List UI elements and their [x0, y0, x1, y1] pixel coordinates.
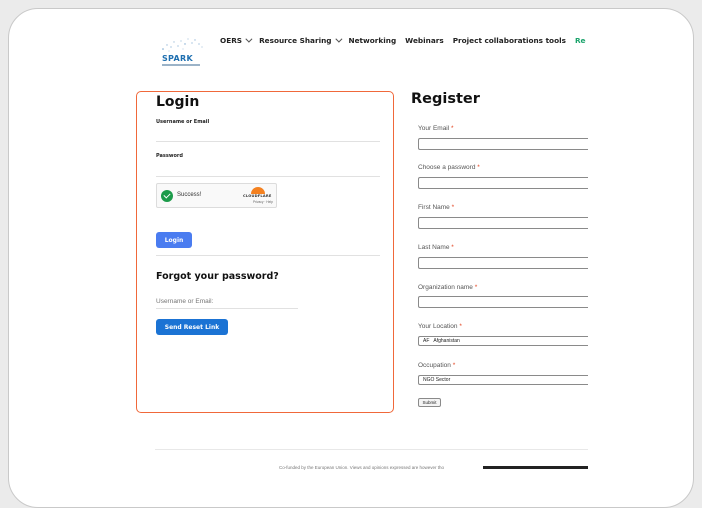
chevron-down-icon — [334, 36, 342, 43]
field-label-text: Last Name — [418, 244, 450, 251]
nav-item-label: Networking — [348, 36, 397, 45]
password-field[interactable] — [418, 177, 588, 189]
login-button[interactable]: Login — [156, 232, 192, 248]
required-marker: * — [451, 244, 454, 251]
cloudflare-cloud-icon — [251, 187, 265, 194]
first-name-field[interactable] — [418, 217, 588, 229]
login-title: Login — [156, 94, 200, 110]
required-marker: * — [451, 125, 454, 132]
required-marker: * — [451, 204, 455, 211]
occupation-select[interactable]: NGO Sector — [418, 375, 588, 385]
logo-text: SPARK — [162, 54, 193, 63]
field-label-text: First Name — [418, 204, 450, 211]
nav-item-project-collaboration-tools[interactable]: Project collaborations tools — [453, 36, 566, 45]
forgot-password-title: Forgot your password? — [156, 271, 279, 282]
occupation-label: Occupation * — [418, 362, 455, 369]
field-label-text: Organization name — [418, 284, 473, 291]
occupation-value: NGO Sector — [423, 377, 451, 383]
send-reset-link-button[interactable]: Send Reset Link — [156, 319, 228, 335]
login-panel: Login Username or Email Password Success… — [136, 91, 394, 413]
nav-item-register[interactable]: Registr — [575, 36, 586, 45]
captcha-status: Success! — [177, 192, 202, 198]
field-label-text: Your Location — [418, 323, 458, 330]
reset-username-input[interactable] — [156, 295, 298, 309]
username-label: Username or Email — [156, 119, 210, 125]
last-name-label: Last Name * — [418, 244, 454, 251]
username-input[interactable] — [156, 141, 380, 142]
email-field[interactable] — [418, 138, 588, 150]
field-label-text: Your Email — [418, 125, 450, 132]
nav-item-label: Resource Sharing — [259, 36, 332, 45]
password-input[interactable] — [156, 176, 380, 177]
browser-window: SPARK OERS Resource Sharing Networking W… — [8, 8, 694, 508]
location-select[interactable]: AF Afghanistan — [418, 336, 588, 346]
password-label: Password — [156, 153, 183, 159]
success-check-icon — [161, 190, 173, 202]
field-label-text: Choose a password — [418, 164, 476, 171]
nav-item-label: Webinars — [405, 36, 444, 45]
cloudflare-captcha-widget[interactable]: Success! CLOUDFLARE Privacy · Help — [156, 183, 277, 208]
main-navigation: OERS Resource Sharing Networking Webinar… — [220, 36, 586, 45]
organization-name-label: Organization name * — [418, 284, 477, 291]
nav-item-networking[interactable]: Networking — [349, 36, 397, 45]
captcha-brand: CLOUDFLARE — [243, 194, 272, 198]
required-marker: * — [477, 164, 480, 171]
email-label: Your Email * — [418, 125, 454, 132]
nav-item-webinars[interactable]: Webinars — [405, 36, 444, 45]
location-value: Afghanistan — [433, 338, 460, 344]
last-name-field[interactable] — [418, 257, 588, 269]
chevron-down-icon — [245, 36, 253, 43]
required-marker: * — [459, 323, 462, 330]
footer-redacted-bar — [483, 466, 588, 469]
spark-logo[interactable]: SPARK — [159, 35, 205, 73]
register-title: Register — [411, 91, 480, 107]
nav-item-resource-sharing[interactable]: Resource Sharing — [259, 36, 342, 45]
nav-item-label: Registr — [574, 36, 586, 45]
password-label: Choose a password * — [418, 164, 480, 171]
required-marker: * — [474, 284, 478, 291]
section-divider — [156, 255, 380, 256]
required-marker: * — [452, 362, 456, 369]
location-label: Your Location * — [418, 323, 462, 330]
logo-tagline-graphic — [162, 64, 200, 66]
nav-item-oers[interactable]: OERS — [220, 36, 253, 45]
captcha-links[interactable]: Privacy · Help — [253, 200, 273, 204]
submit-button[interactable]: Submit — [418, 398, 441, 407]
logo-dots-graphic — [162, 38, 203, 52]
organization-name-field[interactable] — [418, 296, 588, 308]
country-code: AF — [423, 338, 430, 344]
first-name-label: First Name * — [418, 204, 454, 211]
footer-text: Co-funded by the European Union. Views a… — [279, 465, 445, 470]
nav-item-label: Project collaborations tools — [452, 36, 566, 45]
nav-item-label: OERS — [220, 36, 243, 45]
field-label-text: Occupation — [418, 362, 451, 369]
footer-divider — [155, 449, 588, 450]
